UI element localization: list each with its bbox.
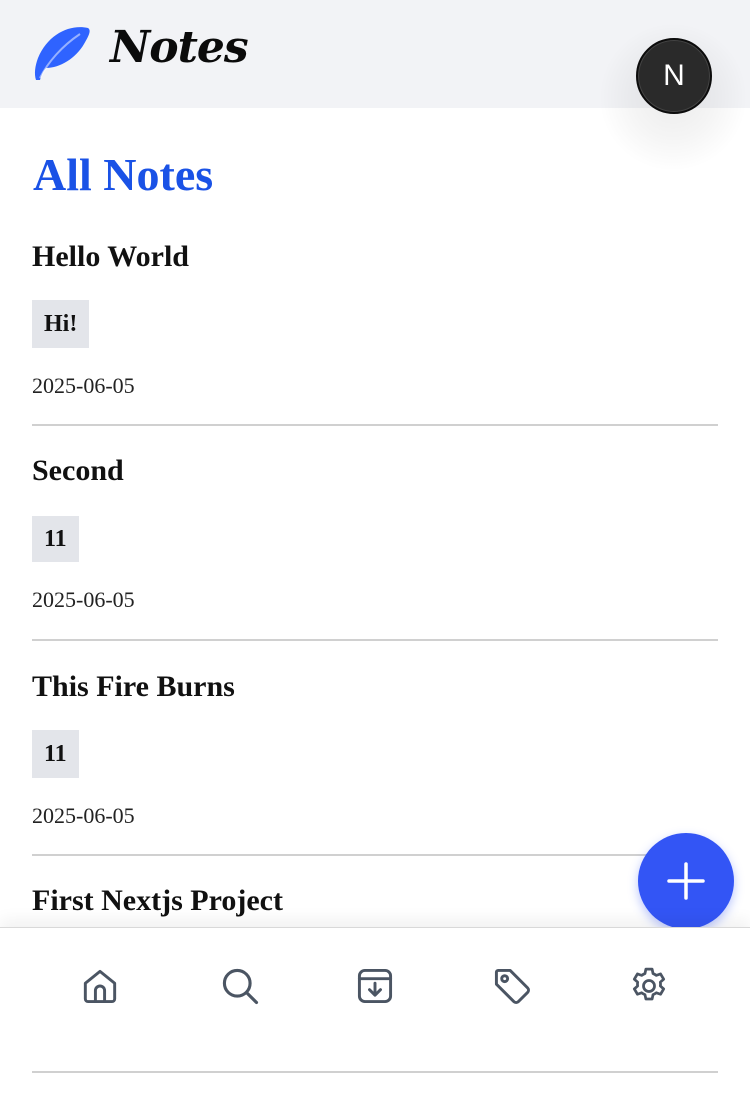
nav-search[interactable]	[218, 964, 262, 1008]
note-title: Hello World	[32, 240, 189, 273]
note-card[interactable]: Second 11 2025-06-05	[32, 454, 718, 641]
note-title: First Nextjs Project	[32, 884, 283, 917]
user-avatar-button[interactable]: N	[636, 38, 712, 114]
plus-icon	[667, 862, 705, 900]
note-title: Second	[32, 454, 124, 487]
note-tag[interactable]: 11	[32, 516, 79, 562]
note-date: 2025-06-05	[32, 803, 135, 828]
note-date: 2025-06-05	[32, 373, 135, 398]
add-note-button[interactable]	[638, 833, 734, 929]
feather-icon	[34, 27, 90, 80]
nav-tags[interactable]	[490, 964, 534, 1008]
avatar-initial: N	[663, 59, 685, 92]
bottom-navigation	[0, 927, 750, 1098]
note-card[interactable]: Hello World Hi! 2025-06-05	[32, 240, 718, 426]
nav-divider	[32, 1071, 718, 1073]
note-divider	[32, 854, 718, 856]
note-tag[interactable]: 11	[32, 730, 79, 778]
tag-icon	[494, 968, 530, 1004]
note-tag[interactable]: Hi!	[32, 300, 90, 348]
home-icon	[83, 969, 117, 1004]
note-divider	[32, 424, 718, 426]
page-title: All Notes	[33, 149, 214, 200]
note-card[interactable]: This Fire Burns 11 2025-06-05	[32, 670, 718, 856]
search-icon	[222, 968, 259, 1005]
note-title: This Fire Burns	[32, 670, 235, 703]
nav-settings[interactable]	[627, 964, 671, 1008]
note-date: 2025-06-05	[32, 587, 135, 612]
settings-gear-icon	[632, 967, 666, 1001]
note-divider	[32, 639, 718, 641]
note-card[interactable]: First Nextjs Project	[32, 884, 718, 918]
nav-archive[interactable]	[353, 964, 397, 1008]
app-title: Notes	[110, 22, 249, 73]
nav-home[interactable]	[78, 964, 122, 1008]
archive-download-icon	[357, 968, 393, 1004]
